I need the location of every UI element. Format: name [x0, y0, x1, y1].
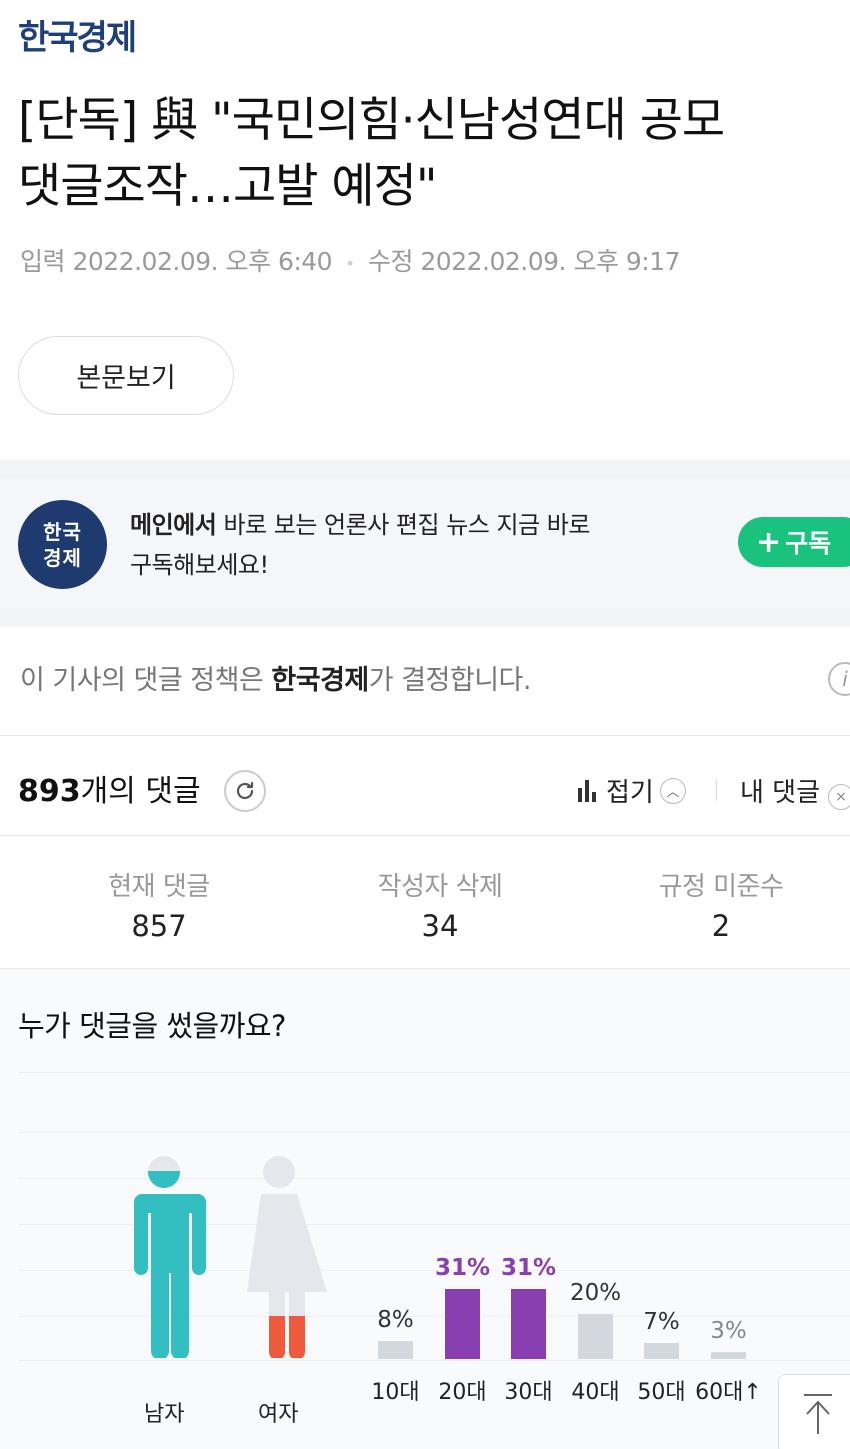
modified-date: 2022.02.09. 오후 9:17 — [420, 247, 681, 276]
section-divider — [0, 460, 850, 479]
input-date: 2022.02.09. 오후 6:40 — [72, 247, 333, 276]
subscribe-message: 메인에서 바로 보는 언론사 편집 뉴스 지금 바로 구독해보세요! — [130, 505, 590, 585]
subscribe-button[interactable]: + 구독 — [738, 517, 850, 567]
female-figure-icon — [247, 1156, 327, 1358]
plus-icon: + — [756, 524, 782, 560]
subscribe-message-bold: 메인에서 — [130, 511, 217, 539]
press-avatar-line-1: 한국 — [43, 519, 82, 544]
age-bar-1 — [445, 1289, 480, 1359]
subscribe-message-rest: 바로 보는 언론사 편집 뉴스 지금 바로 — [216, 511, 590, 539]
male-label: 남자 — [144, 1402, 185, 1427]
stat-author-deleted: 작성자 삭제 34 — [340, 866, 540, 943]
separator — [716, 779, 717, 801]
fold-stats-button[interactable]: 접기 ︿ — [578, 772, 686, 809]
refresh-glyph — [236, 781, 254, 800]
bar-chart-icon — [578, 779, 596, 802]
policy-press: 한국경제 — [271, 665, 369, 696]
stat-value: 2 — [711, 909, 731, 943]
age-category-label: 10대 — [371, 1380, 420, 1405]
comment-policy: 이 기사의 댓글 정책은 한국경제가 결정합니다. — [20, 658, 531, 697]
stat-label: 작성자 삭제 — [377, 872, 503, 902]
age-bar-value-label: 8% — [377, 1307, 414, 1333]
policy-suffix: 가 결정합니다. — [368, 665, 532, 696]
demographics-title: 누가 댓글을 썼을까요? — [18, 1009, 286, 1043]
male-figure-icon — [130, 1156, 206, 1358]
section-divider — [0, 610, 850, 627]
gridline — [18, 1132, 850, 1133]
age-bar-4 — [644, 1343, 679, 1359]
divider — [0, 835, 850, 836]
stat-current-comments: 현재 댓글 857 — [59, 866, 259, 943]
info-icon[interactable]: i — [828, 662, 850, 696]
close-icon: × — [828, 784, 850, 810]
arrow-up-icon — [804, 1394, 832, 1434]
press-avatar-line-2: 경제 — [43, 545, 82, 570]
stat-value: 34 — [421, 909, 459, 943]
view-body-button[interactable]: 본문보기 — [18, 336, 234, 415]
my-comments-button[interactable]: 내 댓글 × — [740, 772, 850, 810]
my-comments-label: 내 댓글 — [740, 778, 821, 808]
age-category-label: 30대 — [504, 1380, 553, 1405]
comment-count-suffix: 개의 댓글 — [80, 774, 201, 809]
press-logo[interactable]: 한국경제 — [18, 10, 137, 59]
subscribe-button-label: 구독 — [785, 529, 832, 558]
fold-label: 접기 — [606, 778, 654, 808]
age-category-label: 20대 — [438, 1380, 487, 1405]
separator-dot: • — [345, 253, 355, 273]
refresh-icon[interactable] — [224, 770, 266, 812]
age-bar-value-label: 3% — [710, 1318, 747, 1344]
stat-label: 규정 미준수 — [658, 872, 784, 902]
age-bar-value-label: 31% — [500, 1255, 557, 1281]
stat-policy-violation: 규정 미준수 2 — [621, 866, 821, 943]
divider — [0, 968, 850, 969]
stat-value: 857 — [131, 909, 187, 943]
comment-count: 893개의 댓글 — [18, 766, 201, 810]
headline-line-2: 댓글조작…고발 예정" — [18, 159, 437, 214]
headline-line-1: [단독] 與 "국민의힘·신남성연대 공모 — [18, 93, 725, 148]
age-bar-3 — [578, 1314, 613, 1359]
age-bar-0 — [378, 1341, 413, 1359]
gridline — [18, 1072, 850, 1073]
modified-label: 수정 — [367, 247, 414, 276]
article-headline: [단독] 與 "국민의힘·신남성연대 공모 댓글조작…고발 예정" — [18, 88, 850, 220]
age-category-label: 60대↑ — [695, 1380, 762, 1405]
age-category-label: 40대 — [571, 1380, 620, 1405]
subscribe-message-line-2: 구독해보세요! — [130, 551, 269, 579]
input-label: 입력 — [20, 247, 66, 276]
divider — [0, 735, 850, 736]
age-bar-2 — [511, 1289, 546, 1359]
gridline — [18, 1360, 850, 1361]
female-label: 여자 — [258, 1402, 299, 1427]
chevron-up-icon: ︿ — [659, 777, 686, 804]
press-avatar[interactable]: 한국 경제 — [18, 500, 107, 589]
comment-count-number: 893 — [18, 774, 81, 809]
stat-label: 현재 댓글 — [108, 872, 210, 902]
scroll-to-top-button[interactable] — [778, 1374, 850, 1449]
age-bar-value-label: 20% — [569, 1280, 622, 1306]
article-dates: 입력 2022.02.09. 오후 6:40 • 수정 2022.02.09. … — [20, 242, 681, 278]
policy-prefix: 이 기사의 댓글 정책은 — [20, 665, 272, 696]
age-bar-5 — [711, 1352, 746, 1359]
age-category-label: 50대 — [637, 1380, 686, 1405]
